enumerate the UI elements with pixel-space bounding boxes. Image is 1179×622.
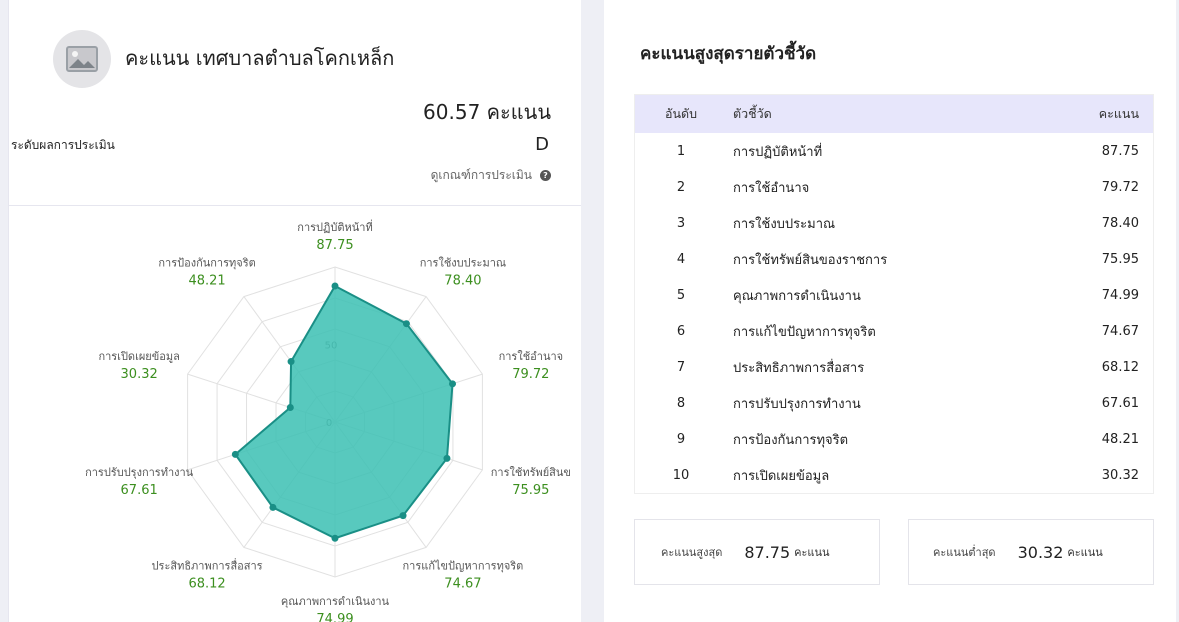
assessment-level-label: ระดับผลการประเมิน bbox=[11, 138, 115, 152]
score-cell: 67.61 bbox=[1101, 395, 1139, 411]
radar-chart: 050การปฏิบัติหน้าที่87.75การใช้งบประมาณ7… bbox=[85, 219, 571, 622]
total-score: 60.57 คะแนน bbox=[423, 100, 551, 124]
radar-value-label: 30.32 bbox=[121, 367, 158, 382]
radar-value-label: 75.95 bbox=[512, 483, 549, 498]
table-row: 5 คุณภาพการดำเนินงาน 74.99 bbox=[635, 277, 1153, 313]
rank-cell: 10 bbox=[672, 467, 690, 483]
indicator-cell: การใช้ทรัพย์สินของราชการ bbox=[733, 252, 888, 268]
score-cell: 75.95 bbox=[1101, 251, 1139, 267]
score-summary-card: คะแนน เทศบาลตำบลโคกเหล็ก 60.57 คะแนน ระด… bbox=[8, 0, 581, 622]
radar-value-label: 74.67 bbox=[444, 576, 481, 591]
radar-value-label: 78.40 bbox=[444, 274, 481, 289]
rank-cell: 1 bbox=[676, 143, 686, 159]
table-row: 8 การปรับปรุงการทำงาน 67.61 bbox=[635, 385, 1153, 421]
radar-data-point bbox=[402, 320, 410, 328]
min-score-label: คะแนนต่ำสุด bbox=[933, 546, 996, 559]
indicator-cell: การปรับปรุงการทำงาน bbox=[733, 396, 861, 412]
score-cell: 87.75 bbox=[1101, 143, 1139, 159]
table-row: 1 การปฏิบัติหน้าที่ 87.75 bbox=[635, 133, 1153, 169]
indicator-cell: การปฏิบัติหน้าที่ bbox=[733, 144, 823, 160]
rank-cell: 2 bbox=[676, 179, 686, 195]
radar-value-label: 68.12 bbox=[188, 576, 225, 591]
column-header-indicator: ตัวชี้วัด bbox=[733, 106, 772, 121]
radar-data-point bbox=[449, 380, 457, 388]
radar-axis-label: การป้องกันการทุจริต bbox=[158, 257, 255, 270]
question-circle-icon: ? bbox=[540, 170, 551, 181]
radar-data-point bbox=[399, 512, 407, 520]
top-indicators-card: คะแนนสูงสุดรายตัวชี้วัด อันดับ ตัวชี้วัด… bbox=[604, 0, 1176, 622]
indicator-cell: การป้องกันการทุจริต bbox=[733, 432, 849, 448]
column-header-rank: อันดับ bbox=[664, 106, 698, 121]
min-score-value: 30.32 bbox=[1017, 542, 1064, 562]
rank-cell: 8 bbox=[676, 395, 686, 411]
radar-data-point bbox=[231, 450, 239, 458]
radar-value-label: 48.21 bbox=[188, 274, 225, 289]
rank-cell: 3 bbox=[676, 215, 686, 231]
view-criteria-label: ดูเกณฑ์การประเมิน bbox=[430, 168, 532, 182]
max-score-box: คะแนนสูงสุด 87.75 คะแนน bbox=[634, 519, 880, 585]
min-score-unit: คะแนน bbox=[1067, 546, 1103, 559]
table-row: 3 การใช้งบประมาณ 78.40 bbox=[635, 205, 1153, 241]
radar-axis-label: การใช้อำนาจ bbox=[499, 350, 564, 363]
column-header-score: คะแนน bbox=[1098, 106, 1139, 121]
radar-data-point bbox=[269, 503, 277, 511]
rank-cell: 5 bbox=[676, 287, 686, 303]
rank-cell: 9 bbox=[676, 431, 686, 447]
radar-data-point bbox=[331, 534, 339, 542]
max-score-label: คะแนนสูงสุด bbox=[661, 546, 723, 559]
radar-axis-label: การใช้ทรัพย์สินข bbox=[491, 466, 571, 479]
radar-axis-label: การปฏิบัติหน้าที่ bbox=[297, 219, 372, 234]
radar-data-point bbox=[287, 358, 295, 366]
score-cell: 79.72 bbox=[1101, 179, 1139, 195]
radar-data-point bbox=[443, 454, 451, 462]
assessment-level-value: D bbox=[535, 134, 549, 155]
score-cell: 78.40 bbox=[1101, 215, 1139, 231]
rank-cell: 7 bbox=[676, 359, 686, 375]
score-cell: 48.21 bbox=[1101, 431, 1139, 447]
radar-axis-label: คุณภาพการดำเนินงาน bbox=[281, 595, 390, 608]
indicator-cell: การแก้ไขปัญหาการทุจริต bbox=[733, 324, 876, 340]
organization-title: คะแนน เทศบาลตำบลโคกเหล็ก bbox=[125, 46, 395, 70]
radar-value-label: 87.75 bbox=[316, 238, 353, 253]
score-cell: 74.99 bbox=[1101, 287, 1139, 303]
score-cell: 74.67 bbox=[1101, 323, 1139, 339]
top-indicators-title: คะแนนสูงสุดรายตัวชี้วัด bbox=[640, 44, 817, 64]
max-score-value: 87.75 bbox=[744, 542, 791, 562]
radar-series-area bbox=[233, 284, 454, 540]
radar-data-point bbox=[331, 282, 339, 290]
table-row: 7 ประสิทธิภาพการสื่อสาร 68.12 bbox=[635, 349, 1153, 385]
radar-axis-label: ประสิทธิภาพการสื่อสาร bbox=[152, 557, 263, 572]
radar-value-label: 67.61 bbox=[121, 483, 158, 498]
min-score-box: คะแนนต่ำสุด 30.32 คะแนน bbox=[908, 519, 1154, 585]
radar-axis-label: การแก้ไขปัญหาการทุจริต bbox=[403, 559, 524, 572]
rank-cell: 6 bbox=[676, 323, 686, 339]
table-row: 4 การใช้ทรัพย์สินของราชการ 75.95 bbox=[635, 241, 1153, 277]
indicator-cell: การใช้อำนาจ bbox=[733, 180, 810, 196]
radar-axis-label: การปรับปรุงการทำงาน bbox=[85, 466, 194, 479]
indicator-cell: คุณภาพการดำเนินงาน bbox=[733, 288, 861, 304]
table-row: 10 การเปิดเผยข้อมูล 30.32 bbox=[635, 457, 1153, 493]
radar-value-label: 79.72 bbox=[512, 367, 549, 382]
radar-axis-label: การเปิดเผยข้อมูล bbox=[98, 350, 179, 363]
summary-header: คะแนน เทศบาลตำบลโคกเหล็ก 60.57 คะแนน ระด… bbox=[9, 0, 581, 206]
radar-value-label: 74.99 bbox=[316, 612, 353, 622]
indicator-cell: การใช้งบประมาณ bbox=[733, 216, 836, 232]
rank-cell: 4 bbox=[676, 251, 686, 267]
table-row: 2 การใช้อำนาจ 79.72 bbox=[635, 169, 1153, 205]
image-placeholder-icon bbox=[53, 30, 111, 88]
max-score-unit: คะแนน bbox=[794, 546, 830, 559]
radar-axis-label: การใช้งบประมาณ bbox=[420, 257, 506, 270]
radar-data-point bbox=[286, 403, 294, 411]
score-cell: 68.12 bbox=[1101, 359, 1139, 375]
indicators-table: อันดับ ตัวชี้วัด คะแนน 1 การปฏิบัติหน้าที… bbox=[634, 94, 1154, 494]
table-header-row: อันดับ ตัวชี้วัด คะแนน bbox=[635, 95, 1153, 133]
score-cell: 30.32 bbox=[1101, 467, 1139, 483]
indicator-cell: ประสิทธิภาพการสื่อสาร bbox=[733, 360, 865, 376]
view-criteria-link[interactable]: ดูเกณฑ์การประเมิน ? bbox=[431, 166, 551, 185]
indicator-cell: การเปิดเผยข้อมูล bbox=[733, 468, 830, 484]
table-row: 9 การป้องกันการทุจริต 48.21 bbox=[635, 421, 1153, 457]
table-row: 6 การแก้ไขปัญหาการทุจริต 74.67 bbox=[635, 313, 1153, 349]
